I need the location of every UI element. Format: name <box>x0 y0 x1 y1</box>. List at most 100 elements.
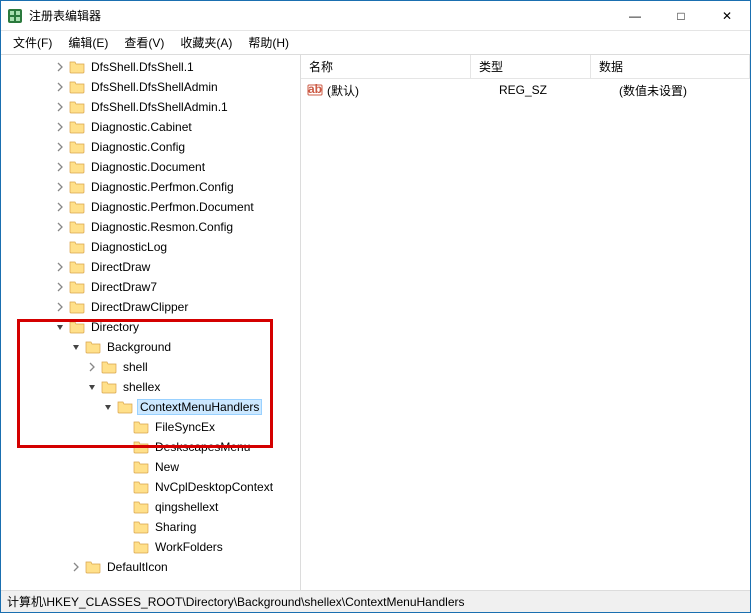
tree-item[interactable]: Diagnostic.Document <box>1 157 300 177</box>
tree-item-label: shell <box>121 360 150 374</box>
tree-panel[interactable]: DfsShell.DfsShell.1 DfsShell.DfsShellAdmi… <box>1 55 301 590</box>
chevron-down-icon[interactable] <box>53 320 67 334</box>
tree-item-label: qingshellext <box>153 500 220 514</box>
title-bar: 注册表编辑器 — □ ✕ <box>1 1 750 31</box>
tree-item[interactable]: ContextMenuHandlers <box>1 397 300 417</box>
chevron-down-icon[interactable] <box>101 400 115 414</box>
tree-item[interactable]: New <box>1 457 300 477</box>
chevron-right-icon[interactable] <box>53 160 67 174</box>
menu-edit[interactable]: 编辑(E) <box>60 32 116 53</box>
chevron-right-icon[interactable] <box>69 560 83 574</box>
tree-item-label: FileSyncEx <box>153 420 217 434</box>
chevron-right-icon[interactable] <box>85 360 99 374</box>
tree-item[interactable]: shell <box>1 357 300 377</box>
chevron-right-icon[interactable] <box>53 220 67 234</box>
tree-item[interactable]: Directory <box>1 317 300 337</box>
value-row[interactable]: ab (默认) REG_SZ (数值未设置) <box>301 79 750 101</box>
tree-item-label: New <box>153 460 181 474</box>
string-value-icon: ab <box>307 82 323 98</box>
tree-item-label: Directory <box>89 320 141 334</box>
value-list-panel[interactable]: 名称 类型 数据 ab (默认) REG_SZ (数值未设置) <box>301 55 750 590</box>
chevron-right-icon[interactable] <box>53 260 67 274</box>
tree-item[interactable]: Sharing <box>1 517 300 537</box>
folder-icon <box>69 219 85 235</box>
tree-item[interactable]: FileSyncEx <box>1 417 300 437</box>
chevron-down-icon[interactable] <box>69 340 83 354</box>
menu-favorites[interactable]: 收藏夹(A) <box>172 32 240 53</box>
tree-item-label: shellex <box>121 380 162 394</box>
tree-item[interactable]: WorkFolders <box>1 537 300 557</box>
folder-icon <box>133 519 149 535</box>
tree-item[interactable]: DefaultIcon <box>1 557 300 577</box>
tree-item-label: WorkFolders <box>153 540 225 554</box>
chevron-right-icon[interactable] <box>53 60 67 74</box>
menu-bar: 文件(F) 编辑(E) 查看(V) 收藏夹(A) 帮助(H) <box>1 31 750 55</box>
tree-item[interactable]: Diagnostic.Cabinet <box>1 117 300 137</box>
tree-item[interactable]: DiagnosticLog <box>1 237 300 257</box>
chevron-down-icon[interactable] <box>85 380 99 394</box>
close-button[interactable]: ✕ <box>704 1 750 31</box>
folder-icon <box>69 299 85 315</box>
tree-item[interactable]: DfsShell.DfsShellAdmin.1 <box>1 97 300 117</box>
expander-spacer <box>117 480 131 494</box>
value-data: (数值未设置) <box>611 82 750 99</box>
tree-item[interactable]: shellex <box>1 377 300 397</box>
folder-icon <box>133 419 149 435</box>
tree-item-label: DefaultIcon <box>105 560 170 574</box>
maximize-button[interactable]: □ <box>658 1 704 31</box>
chevron-right-icon[interactable] <box>53 80 67 94</box>
status-bar: 计算机\HKEY_CLASSES_ROOT\Directory\Backgrou… <box>1 590 750 612</box>
column-header-type[interactable]: 类型 <box>471 55 591 78</box>
column-header-name[interactable]: 名称 <box>301 55 471 78</box>
tree-item[interactable]: Diagnostic.Config <box>1 137 300 157</box>
menu-view[interactable]: 查看(V) <box>116 32 172 53</box>
tree-item-label: DirectDrawClipper <box>89 300 190 314</box>
svg-text:ab: ab <box>308 82 322 96</box>
tree-item-label: Diagnostic.Perfmon.Config <box>89 180 236 194</box>
tree-item[interactable]: DirectDraw7 <box>1 277 300 297</box>
folder-icon <box>69 159 85 175</box>
list-body: ab (默认) REG_SZ (数值未设置) <box>301 79 750 590</box>
tree-item[interactable]: Background <box>1 337 300 357</box>
tree-item[interactable]: Diagnostic.Perfmon.Config <box>1 177 300 197</box>
folder-icon <box>133 439 149 455</box>
tree-item-label: DfsShell.DfsShellAdmin <box>89 80 220 94</box>
app-icon <box>7 8 23 24</box>
folder-icon <box>117 399 133 415</box>
chevron-right-icon[interactable] <box>53 300 67 314</box>
tree-item[interactable]: DirectDrawClipper <box>1 297 300 317</box>
tree-item[interactable]: DfsShell.DfsShell.1 <box>1 57 300 77</box>
column-header-data[interactable]: 数据 <box>591 55 750 78</box>
tree-item[interactable]: qingshellext <box>1 497 300 517</box>
tree-item[interactable]: DirectDraw <box>1 257 300 277</box>
tree-item[interactable]: Diagnostic.Resmon.Config <box>1 217 300 237</box>
menu-file[interactable]: 文件(F) <box>5 32 60 53</box>
tree-item-label: DirectDraw7 <box>89 280 159 294</box>
tree-item-label: DeskscapesMenu <box>153 440 252 454</box>
tree-item-label: Diagnostic.Config <box>89 140 187 154</box>
chevron-right-icon[interactable] <box>53 180 67 194</box>
chevron-right-icon[interactable] <box>53 100 67 114</box>
tree-item[interactable]: Diagnostic.Perfmon.Document <box>1 197 300 217</box>
chevron-right-icon[interactable] <box>53 120 67 134</box>
content-area: DfsShell.DfsShell.1 DfsShell.DfsShellAdmi… <box>1 55 750 590</box>
window-title: 注册表编辑器 <box>29 7 612 24</box>
expander-spacer <box>117 520 131 534</box>
minimize-button[interactable]: — <box>612 1 658 31</box>
folder-icon <box>133 459 149 475</box>
folder-icon <box>69 239 85 255</box>
expander-spacer <box>117 420 131 434</box>
menu-help[interactable]: 帮助(H) <box>240 32 297 53</box>
tree-item[interactable]: DeskscapesMenu <box>1 437 300 457</box>
tree-item[interactable]: DfsShell.DfsShellAdmin <box>1 77 300 97</box>
list-header: 名称 类型 数据 <box>301 55 750 79</box>
value-type: REG_SZ <box>491 83 611 97</box>
folder-icon <box>69 119 85 135</box>
chevron-right-icon[interactable] <box>53 280 67 294</box>
folder-icon <box>69 59 85 75</box>
chevron-right-icon[interactable] <box>53 200 67 214</box>
chevron-right-icon[interactable] <box>53 140 67 154</box>
folder-icon <box>69 319 85 335</box>
folder-icon <box>69 139 85 155</box>
tree-item[interactable]: NvCplDesktopContext <box>1 477 300 497</box>
